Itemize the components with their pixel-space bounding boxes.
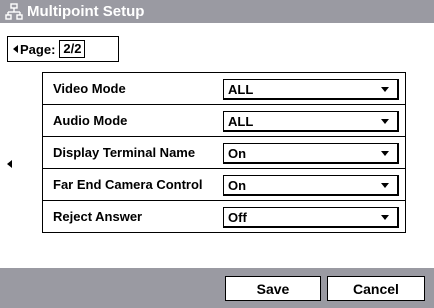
select-value: On <box>228 145 247 161</box>
setting-row-video-mode: Video Mode ALL <box>43 73 405 105</box>
display-terminal-name-select[interactable]: On <box>223 143 399 164</box>
setting-row-display-terminal-name: Display Terminal Name On <box>43 137 405 169</box>
dropdown-arrow-icon <box>381 150 389 156</box>
setting-label: Far End Camera Control <box>53 177 203 192</box>
dropdown-arrow-icon <box>381 182 389 188</box>
page-prev-arrow-icon[interactable] <box>13 45 18 53</box>
bottom-bar: Save Cancel <box>0 268 434 308</box>
select-value: ALL <box>228 113 254 129</box>
dropdown-arrow-icon <box>381 86 389 92</box>
select-value: Off <box>228 209 247 225</box>
window-title: Multipoint Setup <box>27 3 145 20</box>
setting-label: Video Mode <box>53 81 126 96</box>
cancel-button[interactable]: Cancel <box>327 276 425 301</box>
network-icon <box>5 2 23 20</box>
setting-row-reject-answer: Reject Answer Off <box>43 201 405 232</box>
page-label: Page: <box>20 41 56 57</box>
setting-label: Audio Mode <box>53 113 128 128</box>
settings-table: Video Mode ALL Audio Mode ALL Display Te… <box>42 72 406 233</box>
settings-panel: Page: 2/2 Video Mode ALL Audio Mode ALL … <box>0 23 434 268</box>
setting-label: Reject Answer <box>53 209 143 224</box>
reject-answer-select[interactable]: Off <box>223 207 399 228</box>
far-end-camera-control-select[interactable]: On <box>223 175 399 196</box>
video-mode-select[interactable]: ALL <box>223 79 399 100</box>
title-bar: Multipoint Setup <box>0 0 434 23</box>
page-selector[interactable]: Page: 2/2 <box>7 36 119 62</box>
setting-label: Display Terminal Name <box>53 145 196 160</box>
save-button[interactable]: Save <box>225 276 321 301</box>
previous-page-arrow-icon[interactable] <box>7 160 12 168</box>
setting-row-audio-mode: Audio Mode ALL <box>43 105 405 137</box>
audio-mode-select[interactable]: ALL <box>223 111 399 132</box>
select-value: On <box>228 177 247 193</box>
dropdown-arrow-icon <box>381 214 389 220</box>
select-value: ALL <box>228 81 254 97</box>
setting-row-far-end-camera-control: Far End Camera Control On <box>43 169 405 201</box>
page-number: 2/2 <box>59 40 86 58</box>
dropdown-arrow-icon <box>381 118 389 124</box>
